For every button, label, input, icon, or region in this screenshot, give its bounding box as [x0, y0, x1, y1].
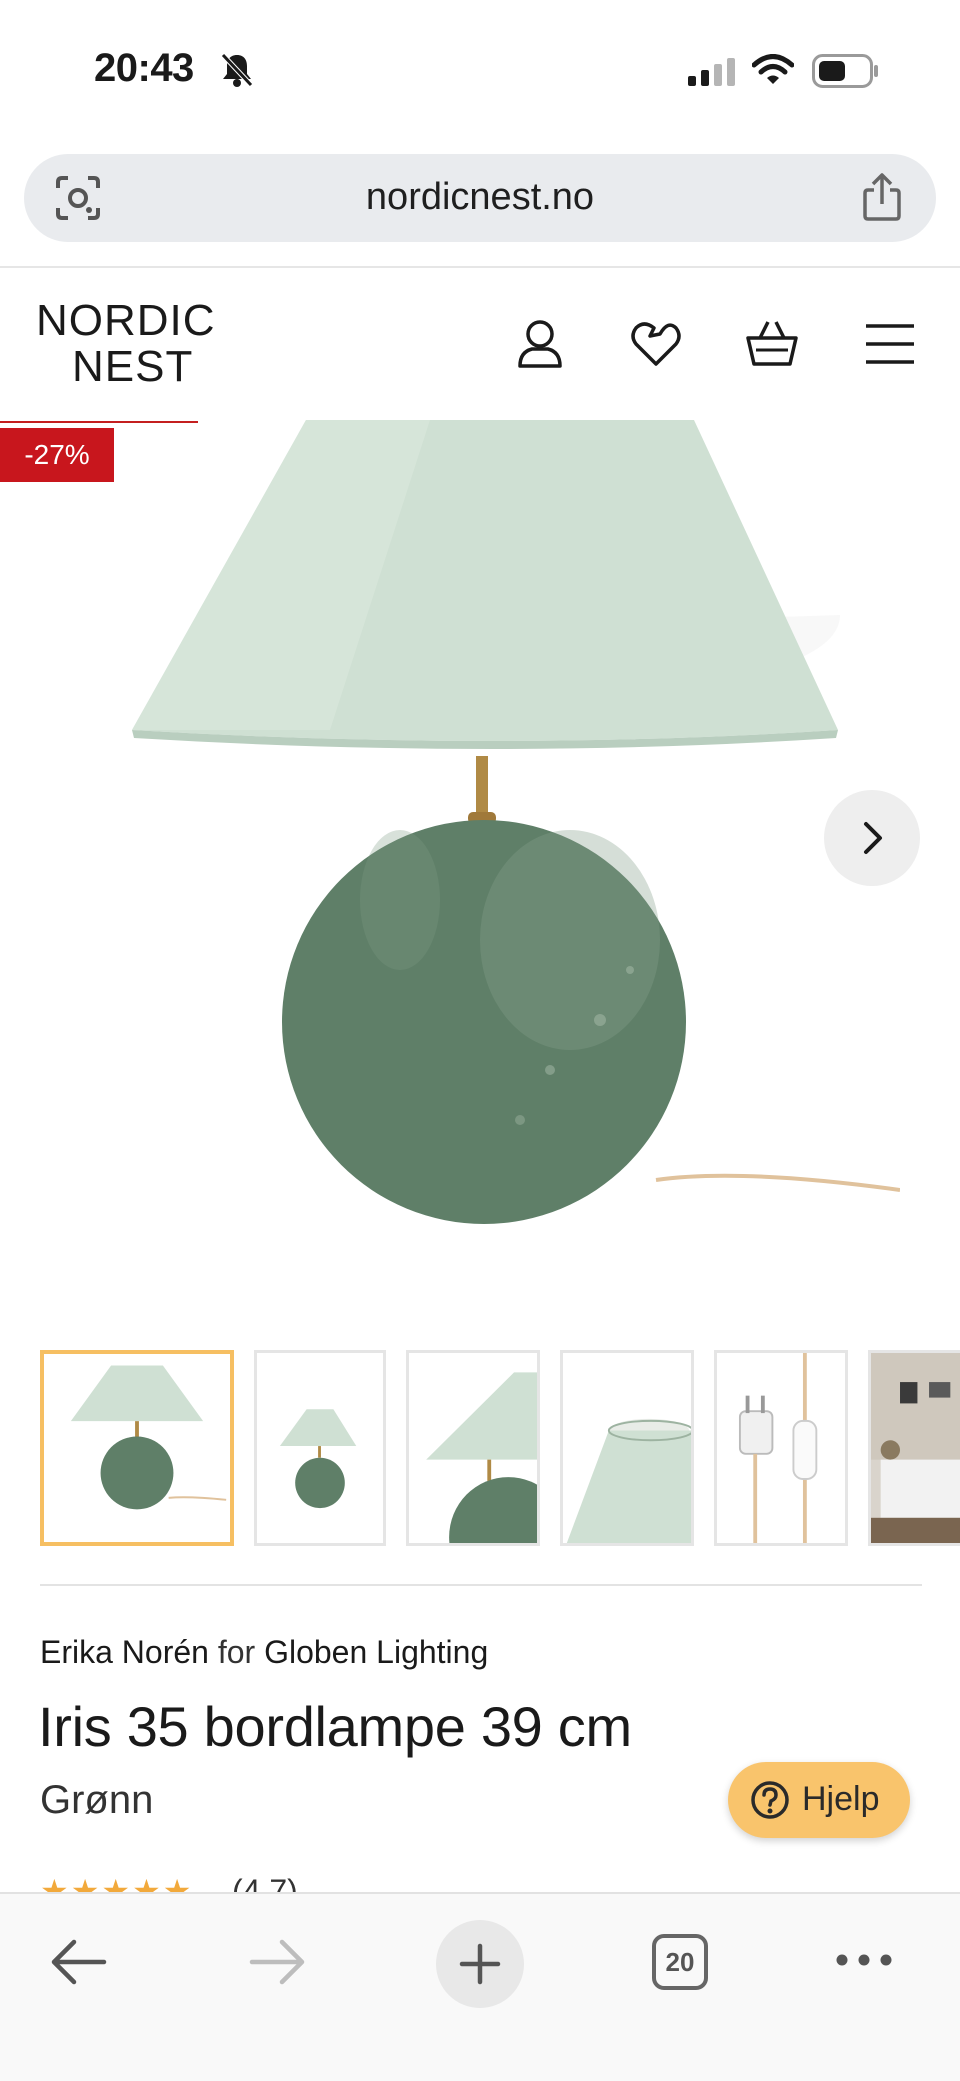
new-tab-button[interactable] — [436, 1920, 524, 2008]
product-color: Grønn — [40, 1778, 154, 1822]
wifi-icon — [752, 54, 794, 84]
plus-icon — [459, 1943, 501, 1985]
info-divider — [40, 1584, 922, 1586]
chevron-right-icon — [864, 822, 882, 854]
share-icon[interactable] — [860, 172, 904, 222]
wishlist-icon[interactable] — [628, 316, 684, 372]
product-title: Iris 35 bordlampe 39 cm — [38, 1695, 632, 1758]
forward-arrow-icon[interactable] — [248, 1936, 308, 1988]
bell-off-icon — [221, 53, 253, 87]
status-bar: 20:43 — [0, 0, 960, 140]
product-image[interactable] — [100, 420, 900, 1300]
header-divider — [0, 266, 960, 268]
thumbnail-strip — [40, 1350, 960, 1546]
menu-icon[interactable] — [862, 316, 918, 372]
signal-icon — [688, 58, 735, 86]
help-button[interactable]: Hjelp — [728, 1762, 910, 1838]
next-image-button[interactable] — [824, 790, 920, 886]
back-arrow-icon[interactable] — [48, 1936, 108, 1988]
site-logo[interactable]: NORDIC NEST — [36, 298, 216, 390]
brand-line: Erika Norén for Globen Lighting — [40, 1634, 488, 1671]
battery-icon — [812, 54, 878, 88]
thumbnail-4[interactable] — [560, 1350, 694, 1546]
tabs-icon[interactable]: 20 — [652, 1934, 708, 1990]
help-icon — [751, 1781, 789, 1819]
browser-toolbar: 20 — [0, 1892, 960, 2081]
designer-link[interactable]: Erika Norén — [40, 1634, 209, 1670]
thumbnail-5[interactable] — [714, 1350, 848, 1546]
url-text[interactable]: nordicnest.no — [24, 176, 936, 219]
discount-line — [0, 421, 198, 423]
help-label: Hjelp — [802, 1780, 880, 1818]
brand-link[interactable]: Globen Lighting — [264, 1634, 488, 1670]
logo-line-2: NEST — [72, 342, 194, 391]
thumbnail-1[interactable] — [40, 1350, 234, 1546]
discount-badge: -27% — [0, 428, 114, 482]
logo-line-1: NORDIC — [36, 296, 216, 345]
status-time: 20:43 — [94, 46, 194, 90]
address-bar[interactable]: nordicnest.no — [24, 154, 936, 242]
brand-connector: for — [217, 1634, 256, 1670]
thumbnail-2[interactable] — [254, 1350, 386, 1546]
basket-icon[interactable] — [744, 316, 800, 372]
thumbnail-3[interactable] — [406, 1350, 540, 1546]
thumbnail-6[interactable] — [868, 1350, 960, 1546]
more-icon[interactable] — [834, 1952, 894, 1968]
account-icon[interactable] — [512, 316, 568, 372]
